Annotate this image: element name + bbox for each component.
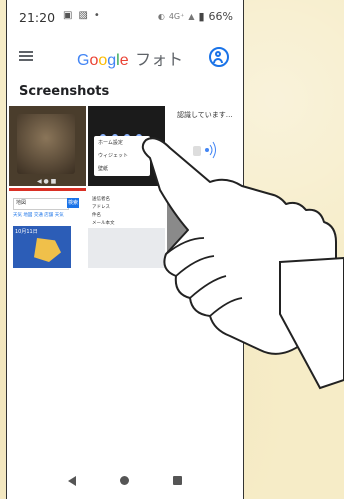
weather-map: 10月11日	[13, 226, 71, 268]
map-title: 10月11日	[15, 229, 38, 235]
notification-icon: ▣	[63, 10, 73, 21]
red-bar	[9, 188, 86, 191]
recent-square-icon[interactable]	[173, 476, 182, 485]
thumbnail-header: 認識しています…	[177, 111, 233, 119]
battery-icon: ▮	[198, 10, 205, 23]
app-title: Google フォト	[77, 46, 183, 70]
photo-content	[17, 114, 75, 174]
notification-image-icon: ▧	[78, 10, 88, 21]
notification-dot-icon: •	[93, 10, 100, 21]
hamburger-menu-icon[interactable]	[19, 51, 33, 61]
status-right: ◐ 4G⁺ ▲ ▮ 66%	[158, 10, 233, 23]
search-button: 検索	[67, 198, 79, 208]
photo-thumbnail[interactable]: ◀ ● ■	[9, 106, 86, 186]
title-letter: e	[119, 52, 129, 69]
status-notifications: ▣ ▧ •	[63, 10, 100, 21]
photo-thumbnail[interactable]: 地図 検索 天気 地図 交通 店舗 天気 10月11日	[9, 188, 86, 268]
search-box: 地図	[13, 198, 69, 210]
status-time: 21:20	[19, 10, 56, 25]
nav-dots-icon: ◀ ● ■	[37, 178, 57, 185]
wifi-icon: ▲	[188, 12, 195, 21]
pointing-hand-illustration	[141, 137, 344, 390]
title-letter: o	[98, 52, 108, 69]
battery-level: 66%	[208, 10, 233, 23]
title-suffix: フォト	[135, 52, 184, 69]
map-land	[34, 238, 61, 262]
status-bar: 21:20 ▣ ▧ • ◐ 4G⁺ ▲ ▮ 66%	[7, 0, 243, 34]
back-triangle-icon[interactable]	[68, 475, 76, 486]
network-label: 4G⁺	[168, 12, 185, 21]
signal-icon: ◐	[157, 12, 165, 21]
title-letter: g	[107, 52, 117, 69]
home-circle-icon[interactable]	[120, 476, 129, 485]
navigation-bar	[7, 462, 243, 499]
tab-row: 天気 地図 交通 店舗 天気	[13, 213, 64, 218]
app-bar: Google フォト	[7, 38, 243, 74]
section-title: Screenshots	[19, 84, 110, 99]
account-circle-icon[interactable]	[209, 47, 229, 67]
title-letter: G	[77, 52, 90, 69]
